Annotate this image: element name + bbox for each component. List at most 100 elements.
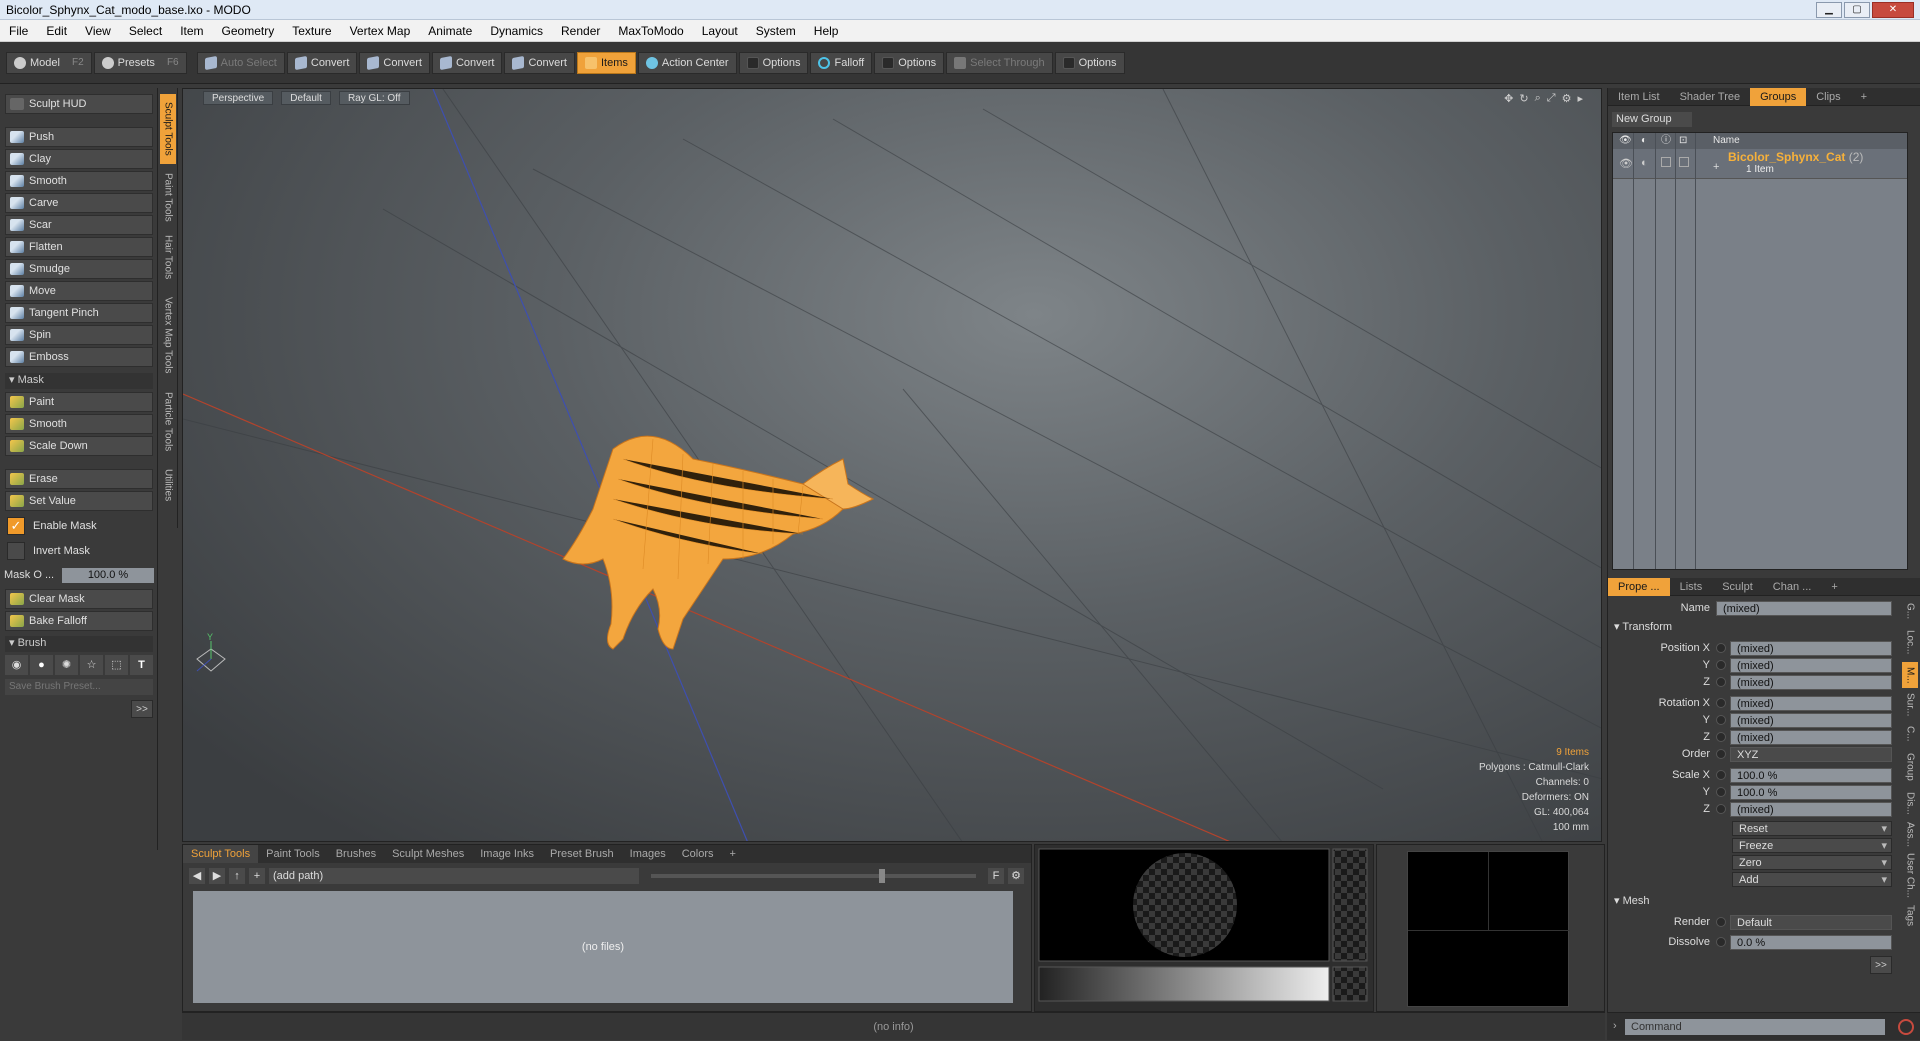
tool-carve[interactable]: Carve <box>5 193 153 213</box>
procedural-brush-icon[interactable]: ✺ <box>55 655 78 675</box>
tool-tangent-pinch[interactable]: Tangent Pinch <box>5 303 153 323</box>
transform-section[interactable]: ▾ Transform <box>1614 620 1672 633</box>
menu-help[interactable]: Help <box>805 24 848 38</box>
keyframe-icon[interactable] <box>1716 804 1726 814</box>
tab-dis[interactable]: Dis... <box>1902 788 1918 818</box>
tab-paint-tools[interactable]: Paint Tools <box>258 845 328 863</box>
tab-clips[interactable]: Clips <box>1806 88 1850 106</box>
menu-vertex-map[interactable]: Vertex Map <box>341 24 420 38</box>
sculpt-hud-button[interactable]: Sculpt HUD <box>5 94 153 114</box>
tab-c[interactable]: C... <box>1902 722 1918 746</box>
tab-g[interactable]: G... <box>1902 600 1918 622</box>
render-toggle-icon[interactable]: ◐ <box>1641 157 1648 169</box>
order-dropdown[interactable]: XYZ <box>1730 746 1892 762</box>
gear-icon[interactable]: ⚙ <box>1008 868 1024 884</box>
falloff-button[interactable]: Falloff <box>810 51 873 74</box>
items-button[interactable]: Items <box>577 51 636 74</box>
command-input[interactable]: Command <box>1625 1019 1885 1035</box>
record-icon[interactable] <box>1898 1019 1914 1035</box>
rotate-icon[interactable]: ↻ <box>1519 92 1528 105</box>
keyframe-icon[interactable] <box>1716 677 1726 687</box>
tab-groups[interactable]: Groups <box>1750 87 1807 106</box>
falloff-options-button[interactable]: Options <box>874 51 945 74</box>
hard-brush-icon[interactable]: ● <box>30 655 53 675</box>
convert-edges-button[interactable]: Convert <box>359 51 430 74</box>
menu-dynamics[interactable]: Dynamics <box>481 24 552 38</box>
zero-dropdown[interactable]: Zero <box>1732 855 1892 871</box>
freeze-dropdown[interactable]: Freeze <box>1732 838 1892 854</box>
name-field[interactable]: (mixed) <box>1716 600 1892 616</box>
tab-group[interactable]: Group <box>1902 748 1918 786</box>
soft-brush-icon[interactable]: ◉ <box>5 655 28 675</box>
maximize-button[interactable]: ▢ <box>1844 2 1870 18</box>
3d-viewport[interactable]: Y Perspective Default Ray GL: Off ✥ ↻ ⌕ … <box>182 88 1602 842</box>
position-y-field[interactable]: (mixed) <box>1730 657 1892 673</box>
model-button[interactable]: Model F2 <box>6 51 92 74</box>
menu-layout[interactable]: Layout <box>693 24 747 38</box>
menu-file[interactable]: File <box>0 24 37 38</box>
tab-channels[interactable]: Chan ... <box>1763 578 1822 596</box>
erase-button[interactable]: Erase <box>5 469 153 489</box>
keyframe-icon[interactable] <box>1716 937 1726 947</box>
back-arrow-icon[interactable]: ◀ <box>189 868 205 884</box>
tool-push[interactable]: Push <box>5 127 153 147</box>
position-z-field[interactable]: (mixed) <box>1730 674 1892 690</box>
thumbnail-size-slider[interactable] <box>651 869 976 883</box>
rotation-x-field[interactable]: (mixed) <box>1730 695 1892 711</box>
tab-shader-tree[interactable]: Shader Tree <box>1670 88 1751 106</box>
chevron-right-icon[interactable]: ▸ <box>1577 92 1583 105</box>
menu-item[interactable]: Item <box>171 24 212 38</box>
clear-mask-button[interactable]: Clear Mask <box>5 589 153 609</box>
minimize-button[interactable]: ▁ <box>1816 2 1842 18</box>
scale-z-field[interactable]: (mixed) <box>1730 801 1892 817</box>
tool-move[interactable]: Move <box>5 281 153 301</box>
brush-section-header[interactable]: ▾ Brush <box>5 636 153 652</box>
visibility-eye-icon[interactable]: 👁 <box>1619 157 1633 170</box>
pan-icon[interactable]: ✥ <box>1504 92 1513 105</box>
add-tab-icon[interactable]: + <box>1851 88 1877 106</box>
forward-arrow-icon[interactable]: ▶ <box>209 868 225 884</box>
presets-button[interactable]: Presets F6 <box>93 51 187 74</box>
tab-preset-brush[interactable]: Preset Brush <box>542 845 622 863</box>
tab-image-inks[interactable]: Image Inks <box>472 845 542 863</box>
add-tab-icon[interactable]: + <box>1821 578 1847 596</box>
tab-sculpt[interactable]: Sculpt <box>1712 578 1763 596</box>
action-center-button[interactable]: Action Center <box>637 51 737 74</box>
tool-scar[interactable]: Scar <box>5 215 153 235</box>
mask-opacity-field[interactable]: 100.0 % <box>62 567 154 583</box>
new-group-button[interactable]: New Group <box>1612 112 1692 127</box>
menu-select[interactable]: Select <box>120 24 171 38</box>
tab-user-channels[interactable]: User Ch... <box>1902 852 1918 900</box>
star-brush-icon[interactable]: ☆ <box>80 655 103 675</box>
convert-polygons-button[interactable]: Convert <box>431 51 503 74</box>
keyframe-icon[interactable] <box>1716 732 1726 742</box>
more-button[interactable]: >> <box>131 700 153 718</box>
menu-view[interactable]: View <box>76 24 120 38</box>
tool-smooth[interactable]: Smooth <box>5 171 153 191</box>
render-dropdown[interactable]: Default <box>1730 914 1892 930</box>
keyframe-icon[interactable] <box>1716 698 1726 708</box>
tab-colors[interactable]: Colors <box>674 845 722 863</box>
rotation-y-field[interactable]: (mixed) <box>1730 712 1892 728</box>
select-through-options-button[interactable]: Options <box>1054 51 1125 74</box>
scale-y-field[interactable]: 100.0 % <box>1730 784 1892 800</box>
tab-sculpt-tools[interactable]: Sculpt Tools <box>183 845 259 863</box>
path-selector[interactable]: (add path) <box>269 868 639 884</box>
add-dropdown[interactable]: Add <box>1732 872 1892 888</box>
group-row[interactable]: 👁 ◐ + Bicolor_Sphynx_Cat (2) 1 Item <box>1613 149 1907 179</box>
mask-paint-button[interactable]: Paint <box>5 392 153 412</box>
mask-section-header[interactable]: ▾ Mask <box>5 373 153 389</box>
rotation-z-field[interactable]: (mixed) <box>1730 729 1892 745</box>
set-value-button[interactable]: Set Value <box>5 491 153 511</box>
add-tab-icon[interactable]: + <box>722 845 744 863</box>
keyframe-icon[interactable] <box>1716 787 1726 797</box>
tab-images[interactable]: Images <box>622 845 674 863</box>
menu-edit[interactable]: Edit <box>37 24 76 38</box>
image-brush-icon[interactable]: ⬚ <box>105 655 128 675</box>
reset-dropdown[interactable]: Reset <box>1732 821 1892 837</box>
tab-brushes[interactable]: Brushes <box>328 845 384 863</box>
menu-animate[interactable]: Animate <box>419 24 481 38</box>
keyframe-icon[interactable] <box>1716 643 1726 653</box>
scale-x-field[interactable]: 100.0 % <box>1730 767 1892 783</box>
tab-vertex-map-tools[interactable]: Vertex Map Tools <box>160 288 176 382</box>
